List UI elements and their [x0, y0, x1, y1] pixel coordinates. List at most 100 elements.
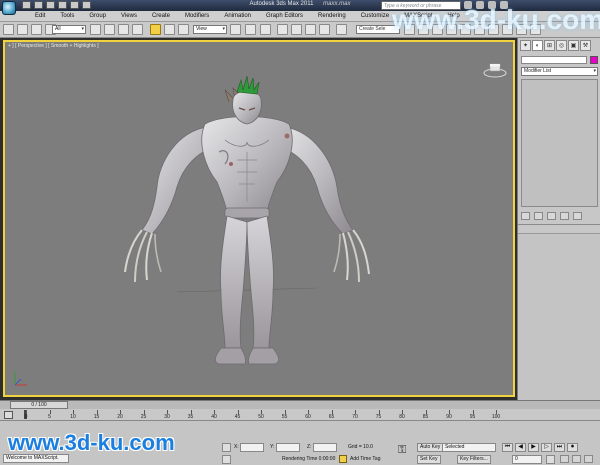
edit-named-selection-icon[interactable]	[336, 24, 347, 35]
object-color-swatch[interactable]	[590, 56, 598, 64]
unlink-icon[interactable]	[31, 24, 42, 35]
orbit-icon[interactable]	[584, 455, 593, 463]
menu-edit[interactable]: Edit	[28, 13, 53, 19]
utilities-tab-icon[interactable]: ⚒	[580, 40, 591, 51]
menu-tools[interactable]: Tools	[53, 13, 82, 19]
app-logo-icon[interactable]	[2, 1, 16, 15]
window-crossing-icon[interactable]	[132, 24, 143, 35]
menu-graph-editors[interactable]: Graph Editors	[259, 13, 311, 19]
viewport-label[interactable]: + ] [ Perspective ] [ Smooth + Highlight…	[8, 43, 99, 49]
go-to-end-icon[interactable]: ⏭	[554, 443, 565, 452]
menu-modifiers[interactable]: Modifiers	[178, 13, 217, 19]
y-label: Y:	[270, 444, 275, 450]
trackbar-tick-label: 40	[211, 414, 217, 420]
pivot-center-icon[interactable]	[230, 24, 241, 35]
parameters-rollout-area[interactable]	[518, 233, 600, 400]
trackbar-tick-label: 10	[70, 414, 76, 420]
menu-customize[interactable]: Customize	[354, 13, 397, 19]
set-key-button[interactable]: Set Key	[417, 455, 441, 464]
z-coordinate-field[interactable]	[313, 443, 337, 452]
selection-lock-icon[interactable]	[222, 443, 231, 452]
command-panel: ✦ ◐ ⊞ ◎ ▣ ⚒ Modifier List	[517, 38, 600, 400]
undo-icon[interactable]	[3, 24, 14, 35]
trackbar-tick-label: 25	[140, 414, 147, 420]
rendering-time-text: Rendering Time 0:00:00	[282, 456, 336, 462]
select-object-icon[interactable]	[90, 24, 101, 35]
select-by-name-icon[interactable]	[104, 24, 115, 35]
make-unique-icon[interactable]	[547, 212, 556, 220]
rotate-icon[interactable]	[164, 24, 175, 35]
percent-snap-icon[interactable]	[305, 24, 316, 35]
x-coordinate-field[interactable]	[240, 443, 264, 452]
link-icon[interactable]	[17, 24, 28, 35]
object-name-field[interactable]	[521, 56, 587, 64]
auto-key-button[interactable]: Auto Key	[417, 443, 444, 452]
modifier-list-dropdown[interactable]: Modifier List	[521, 67, 598, 76]
configure-modifier-sets-icon[interactable]	[573, 212, 582, 220]
key-mode-toggle-icon[interactable]: ⏺	[567, 443, 578, 452]
previous-frame-icon[interactable]: ◀	[515, 443, 526, 452]
y-coordinate-field[interactable]	[276, 443, 300, 452]
reference-coordinate-dropdown[interactable]: View	[193, 25, 227, 34]
trackbar-ticks: 0 5 10 15 20 25 30 35 40 45 50 55 60 65 70 75 80 85 90 95 10…	[25, 410, 500, 421]
time-configuration-icon[interactable]	[546, 455, 555, 464]
axis-tripod-icon	[14, 371, 27, 386]
key-filters-button[interactable]: Key Filters...	[457, 455, 491, 464]
x-label: X:	[234, 444, 239, 450]
remove-modifier-icon[interactable]	[560, 212, 569, 220]
trackbar-tick-label: 35	[187, 414, 194, 420]
hierarchy-tab-icon[interactable]: ⊞	[544, 40, 555, 51]
grid-size-text: Grid = 10.0	[348, 444, 373, 450]
create-tab-icon[interactable]: ✦	[520, 40, 531, 51]
pan-icon[interactable]	[572, 455, 581, 463]
time-slider[interactable]: 0 / 100	[0, 400, 600, 409]
menu-animation[interactable]: Animation	[217, 13, 259, 19]
snaps-toggle-icon[interactable]	[277, 24, 288, 35]
selection-region-icon[interactable]	[118, 24, 129, 35]
display-tab-icon[interactable]: ▣	[568, 40, 579, 51]
absolute-mode-icon[interactable]	[222, 455, 231, 464]
playback-controls: ⏮ ◀ ▶ ▷ ⏭ ⏺	[502, 443, 578, 452]
go-to-start-icon[interactable]: ⏮	[502, 443, 513, 452]
current-frame-field[interactable]: 0	[512, 455, 542, 464]
menu-rendering[interactable]: Rendering	[311, 13, 354, 19]
modifier-stack[interactable]	[521, 79, 598, 207]
zoom-icon[interactable]	[560, 455, 569, 463]
time-slider-thumb[interactable]: 0 / 100	[10, 401, 68, 409]
show-end-result-icon[interactable]	[534, 212, 543, 220]
app-title: Autodesk 3ds Max 2011	[249, 1, 314, 7]
angle-snap-icon[interactable]	[291, 24, 302, 35]
selection-filter-dropdown[interactable]: All	[52, 25, 86, 34]
key-icon[interactable]: ⚿	[398, 445, 406, 456]
time-tag-icon[interactable]	[339, 455, 347, 463]
key-mode-dropdown[interactable]: Selected	[442, 443, 496, 452]
trackbar[interactable]: 0 5 10 15 20 25 30 35 40 45 50 55 60 65 70 75 80 85 90 95 10…	[0, 409, 600, 421]
perspective-viewport[interactable]: + ] [ Perspective ] [ Smooth + Highlight…	[3, 40, 515, 397]
move-icon[interactable]	[150, 24, 161, 35]
stack-controls	[521, 212, 582, 220]
next-frame-icon[interactable]: ▷	[541, 443, 552, 452]
play-icon[interactable]: ▶	[528, 443, 539, 452]
menu-group[interactable]: Group	[82, 13, 114, 19]
spinner-snap-icon[interactable]	[319, 24, 330, 35]
modify-tab-icon[interactable]: ◐	[532, 40, 543, 51]
trackbar-tick-label: 60	[305, 414, 311, 420]
trackbar-tick-label: 30	[164, 414, 170, 420]
trackbar-tick-label: 75	[375, 414, 382, 420]
keyboard-shortcut-icon[interactable]	[260, 24, 271, 35]
menu-create[interactable]: Create	[145, 13, 178, 19]
viewcube-icon[interactable]	[483, 61, 507, 79]
scale-icon[interactable]	[178, 24, 189, 35]
trackbar-tick-label: 55	[281, 414, 288, 420]
open-mini-curve-editor-icon[interactable]	[4, 411, 13, 419]
select-and-manipulate-icon[interactable]	[245, 24, 256, 35]
panel-divider	[518, 224, 600, 225]
character-model[interactable]	[97, 52, 397, 382]
trackbar-tick-label: 70	[352, 414, 358, 420]
add-time-tag[interactable]: Add Time Tag	[350, 456, 380, 463]
pin-stack-icon[interactable]	[521, 212, 530, 220]
trackbar-tick-label: 90	[446, 414, 452, 420]
trackbar-tick-label: 100	[491, 414, 501, 420]
menu-views[interactable]: Views	[114, 13, 145, 19]
motion-tab-icon[interactable]: ◎	[556, 40, 567, 51]
